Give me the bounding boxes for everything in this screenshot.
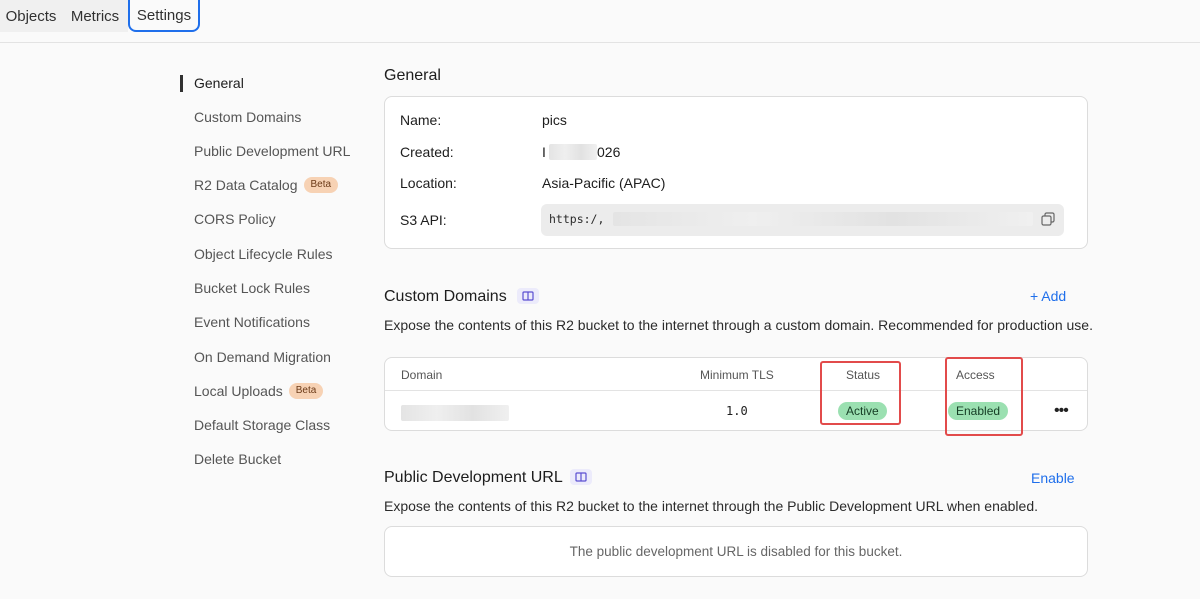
created-value-prefix: I [542,144,546,160]
book-icon[interactable] [517,288,539,304]
s3-api-value: https:/, [549,212,605,226]
sidebar-item-r2-data-catalog[interactable]: R2 Data Catalog Beta [194,174,339,196]
redacted-block [613,212,1033,226]
created-label: Created: [400,144,454,160]
general-card: Name: pics Created: I 026 Location: Asia… [384,96,1088,249]
sidebar-item-general[interactable]: General [194,72,244,94]
sidebar-item-label: Object Lifecycle Rules [194,246,333,262]
sidebar-item-bucket-lock-rules[interactable]: Bucket Lock Rules [194,277,310,299]
public-dev-url-status-card: The public development URL is disabled f… [384,526,1088,577]
column-header-status: Status [846,368,881,382]
created-value-suffix: 026 [597,144,621,160]
public-dev-url-heading: Public Development URL [384,469,563,486]
s3-api-field[interactable]: https:/, [541,204,1064,236]
sidebar-item-event-notifications[interactable]: Event Notifications [194,311,310,333]
tab-objects[interactable]: Objects [0,0,62,32]
status-badge: Active [838,402,887,420]
sidebar-item-default-storage-class[interactable]: Default Storage Class [194,414,330,436]
sidebar-item-label: Custom Domains [194,109,302,125]
location-label: Location: [400,175,457,191]
tab-metrics[interactable]: Metrics [62,0,128,32]
custom-domains-table: Domain Minimum TLS Status Access 1.0 Act… [384,357,1088,431]
s3-api-label: S3 API: [400,212,447,228]
general-heading: General [384,67,441,84]
sidebar-item-on-demand-migration[interactable]: On Demand Migration [194,346,331,368]
copy-icon[interactable] [1041,212,1055,226]
column-header-access: Access [956,368,995,382]
min-tls-value: 1.0 [726,404,748,418]
sidebar-item-label: On Demand Migration [194,349,331,365]
top-tab-bar: Objects Metrics Settings [0,0,1200,43]
sidebar-item-label: General [194,75,244,91]
sidebar-item-label: Local Uploads [194,383,283,399]
public-dev-url-description: Expose the contents of this R2 bucket to… [384,498,1038,514]
table-divider [385,390,1087,391]
tab-settings[interactable]: Settings [128,0,200,32]
sidebar-item-label: Public Development URL [194,143,351,159]
sidebar-item-public-development-url[interactable]: Public Development URL [194,140,350,162]
column-header-minimum-tls: Minimum TLS [700,368,774,382]
sidebar-item-label: Default Storage Class [194,417,331,433]
location-value: Asia-Pacific (APAC) [542,175,666,191]
book-icon[interactable] [570,469,592,485]
sidebar-item-custom-domains[interactable]: Custom Domains [194,106,301,128]
more-icon[interactable]: ••• [1054,402,1069,420]
name-value: pics [542,112,567,128]
name-label: Name: [400,112,442,128]
beta-badge: Beta [288,383,324,399]
sidebar-item-label: CORS Policy [194,211,276,227]
public-dev-url-disabled-message: The public development URL is disabled f… [569,544,903,559]
sidebar-item-label: Bucket Lock Rules [194,280,310,296]
custom-domains-description: Expose the contents of this R2 bucket to… [384,317,1093,333]
sidebar-item-object-lifecycle-rules[interactable]: Object Lifecycle Rules [194,243,333,265]
sidebar-item-local-uploads[interactable]: Local Uploads Beta [194,380,324,402]
sidebar-item-cors-policy[interactable]: CORS Policy [194,208,276,230]
redacted-block [549,144,597,160]
custom-domains-heading: Custom Domains [384,288,507,305]
access-badge: Enabled [948,402,1009,420]
enable-button[interactable]: Enable [1031,470,1075,486]
sidebar-item-label: Event Notifications [194,314,310,330]
active-indicator [180,75,183,92]
add-domain-button[interactable]: + Add [1030,288,1066,304]
column-header-domain: Domain [401,368,443,382]
sidebar-item-label: R2 Data Catalog [194,177,298,193]
sidebar-item-delete-bucket[interactable]: Delete Bucket [194,448,281,470]
redacted-domain [401,405,509,421]
beta-badge: Beta [303,177,339,193]
sidebar-item-label: Delete Bucket [194,451,282,467]
